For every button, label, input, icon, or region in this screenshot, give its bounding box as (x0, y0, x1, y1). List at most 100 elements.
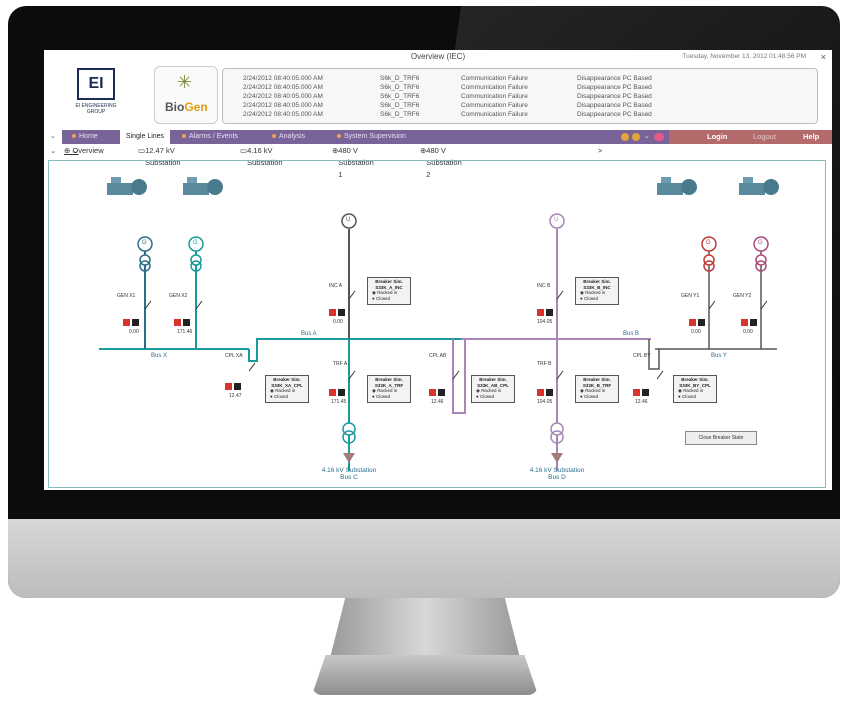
alarms-dot-icon (182, 134, 186, 139)
gen-x1-label: GEN X1 (117, 293, 136, 299)
inc-a-label: INC A (329, 283, 343, 289)
status-red-flag (537, 389, 544, 396)
biogen-logo: ✳ BioGen (154, 66, 218, 124)
window-title: Overview (IEC) (410, 52, 466, 61)
monitor-bezel: Overview (IEC) Tuesday, November 13, 201… (8, 6, 840, 598)
gen-x2-label: GEN X2 (169, 293, 188, 299)
tab-home[interactable]: Home (72, 130, 116, 144)
collapse-chevron-icon[interactable]: ⌄ (50, 130, 56, 144)
close-breaker-state-button[interactable]: Close Breaker State (685, 431, 757, 445)
overview-link[interactable]: ⊕ Overview ⌄ (64, 145, 104, 157)
gen-y1-letter: G (706, 240, 711, 246)
breaker-sim-trf-b[interactable]: Breaker Sim. S33K_B_TRF ◉ Racked in ● Close… (575, 375, 619, 403)
alarm-bell-icon[interactable] (654, 133, 664, 141)
reading-inc-b: 104.05 (537, 319, 553, 325)
status-black-flag (642, 389, 649, 396)
logout-button[interactable]: Logout (753, 130, 776, 144)
biogen-star-icon: ✳ (177, 72, 193, 92)
gen-x2-letter: G (193, 240, 198, 246)
pump-y2-icon (739, 177, 779, 195)
breaker-sim-inc-a[interactable]: Breaker Sim. S33K_A_INC ◉ Racked in ● Close… (367, 277, 411, 305)
single-line-diagram: G G U U G G GEN X1 GEN X2 GEN Y1 GEN Y2 … (48, 160, 826, 488)
reading-gen-y2: 0.00 (743, 329, 753, 335)
inc-b-label: INC B (537, 283, 551, 289)
alarm-row[interactable]: 2/24/2012 08:40:05.000 AM S6k_D_TRF6 Commu… (223, 93, 817, 101)
system-dot-icon (337, 134, 341, 139)
status-red-flag (537, 309, 544, 316)
status-black-flag (546, 309, 553, 316)
bus-x-label: Bus X (151, 353, 168, 359)
pump-x2-icon (183, 177, 223, 195)
util-a-letter: U (346, 217, 351, 223)
status-red-flag (689, 319, 696, 326)
reading-gen-x2: 171.46 (177, 329, 193, 335)
reading-cpl-ab: 12.46 (431, 399, 444, 405)
substation-480v-2-link[interactable]: ⊕ 480 V Substation 2 (420, 145, 462, 179)
status-red-flag (429, 389, 436, 396)
sub-c-label[interactable]: 4.16 kV Substation Bus C (311, 467, 387, 481)
status-black-flag (698, 319, 705, 326)
reading-gen-x1: 0.00 (129, 329, 139, 335)
sub-c-arrow (343, 453, 355, 463)
datetime: Tuesday, November 13, 2012 01:48:56 PM (682, 53, 806, 60)
tab-alarms-events[interactable]: Alarms / Events (182, 130, 262, 144)
alarm-row[interactable]: 2/24/2012 08:40:05.000 AM S6k_D_TRF6 Commu… (223, 84, 817, 92)
reading-trf-b: 104.05 (537, 399, 553, 405)
substation-416kv-link[interactable]: ▭ 4.16 kV Substation (240, 145, 283, 167)
monitor-stand-neck (330, 598, 520, 658)
reading-inc-a: 0.00 (333, 319, 343, 325)
gen-x1-letter: G (142, 240, 147, 246)
substrip-chevron-icon[interactable]: ⌄ (50, 145, 56, 157)
close-icon[interactable]: × (821, 50, 826, 64)
status-black-flag (234, 383, 241, 390)
breaker-sim-trf-a[interactable]: Breaker Sim. S33K_A_TRF ◉ Racked in ● Close… (367, 375, 411, 403)
biogen-name: BioGen (165, 100, 208, 114)
breaker-sim-inc-b[interactable]: Breaker Sim. S33K_B_INC ◉ Racked in ● Close… (575, 277, 619, 305)
dropdown-chevron-icon[interactable]: ⌄ (644, 130, 650, 144)
forward-icon[interactable] (632, 133, 640, 141)
pump-x1-icon (107, 177, 147, 195)
status-black-flag (183, 319, 190, 326)
alarm-row[interactable]: 2/24/2012 08:40:05.000 AM S6k_D_TRF6 Commu… (223, 111, 817, 119)
reading-cpl-by: 12.46 (635, 399, 648, 405)
tab-system-supervision[interactable]: System Supervision (337, 130, 437, 144)
sub-d-label[interactable]: 4.16 kV Substation Bus D (519, 467, 595, 481)
bus-y-label: Bus Y (711, 353, 727, 359)
status-red-flag (741, 319, 748, 326)
alarm-list[interactable]: 2/24/2012 08:40:05.000 AM S6k_D_TRF6 Commu… (222, 68, 818, 124)
login-button[interactable]: Login (707, 130, 727, 144)
substation-12kv-link[interactable]: ▭ 12.47 kV Substation (138, 145, 181, 167)
bus-b-label: Bus B (623, 331, 640, 337)
alarm-row[interactable]: 2/24/2012 08:40:05.000 AM S6k_D_TRF6 Commu… (223, 75, 817, 83)
help-button[interactable]: Help (803, 130, 819, 144)
cpl-xa-link (248, 338, 261, 362)
breaker-sim-cpl-xa[interactable]: Breaker Sim. S33K_XA_CPL ◉ Racked in ● Clos… (265, 375, 309, 403)
gen-y2-label: GEN Y2 (733, 293, 752, 299)
util-b-letter: U (554, 217, 559, 223)
tab-single-lines[interactable]: Single Lines (120, 130, 170, 144)
substation-480v-1-link[interactable]: ⊕ 480 V Substation 1 (332, 145, 374, 179)
cpl-ab-label: CPL AB (429, 353, 447, 359)
substation-nav: ⌄ ⊕ Overview ⌄ ▭ 12.47 kV Substation ▭ 4… (44, 145, 832, 179)
sub-d-arrow (551, 453, 563, 463)
breaker-sim-cpl-by[interactable]: Breaker Sim. S33K_BY_CPL ◉ Racked in ● Clos… (673, 375, 717, 403)
gen-y1-label: GEN Y1 (681, 293, 700, 299)
ei-logo: EI EI ENGINEERING GROUP (66, 68, 126, 126)
status-red-flag (329, 309, 336, 316)
app-screen: Overview (IEC) Tuesday, November 13, 201… (44, 50, 832, 490)
back-icon[interactable] (621, 133, 629, 141)
alarm-row[interactable]: 2/24/2012 08:40:05.000 AM S6k_D_TRF6 Commu… (223, 102, 817, 110)
tab-analysis[interactable]: Analysis (272, 130, 332, 144)
status-black-flag (132, 319, 139, 326)
status-red-flag (329, 389, 336, 396)
ei-logo-text: EI ENGINEERING GROUP (75, 103, 117, 115)
breaker-sim-cpl-ab[interactable]: Breaker Sim. S33K_AB_CPL ◉ Racked in ● Clos… (471, 375, 515, 403)
status-red-flag (174, 319, 181, 326)
status-red-flag (633, 389, 640, 396)
cpl-by-label: CPL BY (633, 353, 651, 359)
more-arrow-icon[interactable]: > (598, 145, 602, 157)
trf-a-label: TRF A (333, 361, 348, 367)
bus-a-label: Bus A (301, 331, 317, 337)
status-black-flag (338, 389, 345, 396)
status-red-flag (225, 383, 232, 390)
